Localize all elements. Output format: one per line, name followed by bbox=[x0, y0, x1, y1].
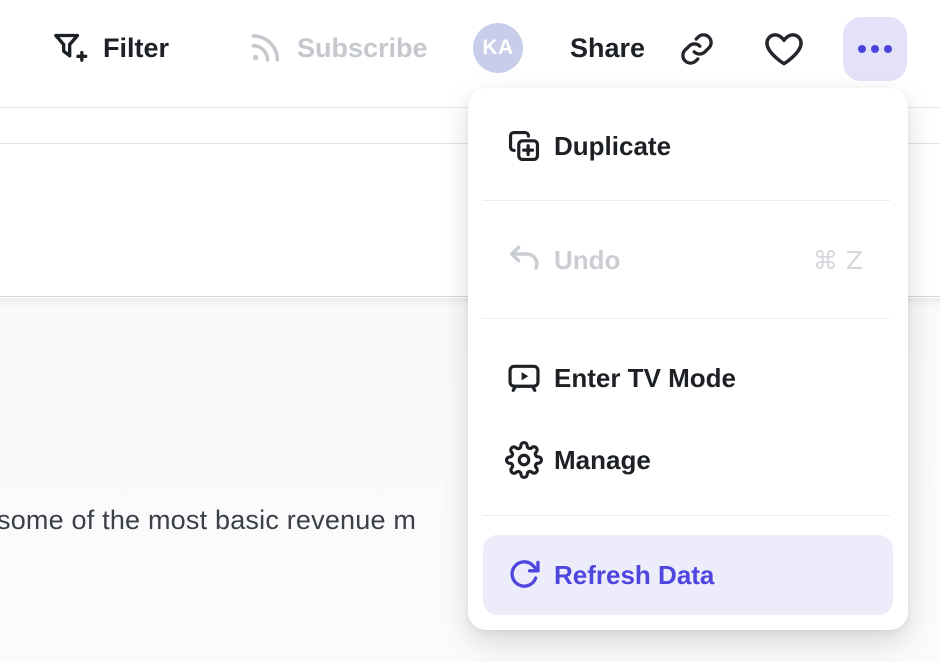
app-window: some of the most basic revenue m Filter … bbox=[0, 0, 940, 662]
refresh-icon bbox=[505, 556, 543, 594]
menu-item-duplicate[interactable]: Duplicate bbox=[468, 116, 908, 176]
link-icon bbox=[678, 30, 716, 68]
user-avatar[interactable]: KA bbox=[473, 23, 523, 73]
paragraph-text: some of the most basic revenue m bbox=[0, 503, 416, 537]
filter-button[interactable]: Filter bbox=[50, 16, 169, 80]
ellipsis-icon bbox=[858, 45, 866, 53]
menu-item-label: Refresh Data bbox=[554, 560, 714, 591]
filter-plus-icon bbox=[50, 28, 90, 68]
undo-icon bbox=[505, 241, 543, 279]
shortcut-label: ⌘ Z bbox=[813, 246, 863, 275]
menu-divider bbox=[482, 200, 890, 201]
favorite-button[interactable] bbox=[763, 27, 805, 71]
share-button[interactable]: Share bbox=[570, 16, 645, 80]
menu-divider bbox=[482, 318, 890, 319]
avatar-initials: KA bbox=[482, 36, 513, 60]
subscribe-label: Subscribe bbox=[297, 33, 428, 64]
menu-item-undo: Undo ⌘ Z bbox=[468, 230, 908, 290]
menu-divider bbox=[482, 515, 890, 516]
menu-item-manage[interactable]: Manage bbox=[468, 430, 908, 490]
more-options-button[interactable] bbox=[843, 17, 907, 81]
dropdown-menu: Duplicate Undo ⌘ Z Enter TV M bbox=[468, 88, 908, 630]
duplicate-icon bbox=[505, 127, 543, 165]
menu-item-enter-tv-mode[interactable]: Enter TV Mode bbox=[468, 348, 908, 408]
menu-item-label: Undo bbox=[554, 245, 620, 276]
rss-icon bbox=[246, 29, 284, 67]
menu-item-label: Duplicate bbox=[554, 131, 671, 162]
menu-item-label: Enter TV Mode bbox=[554, 363, 736, 394]
gear-icon bbox=[505, 441, 543, 479]
tv-icon bbox=[505, 359, 543, 397]
copy-link-button[interactable] bbox=[678, 28, 716, 70]
menu-item-label: Manage bbox=[554, 445, 651, 476]
menu-item-refresh-data[interactable]: Refresh Data bbox=[483, 535, 893, 615]
heart-icon bbox=[763, 28, 805, 70]
share-label: Share bbox=[570, 33, 645, 64]
filter-label: Filter bbox=[103, 33, 169, 64]
subscribe-button[interactable]: Subscribe bbox=[246, 16, 428, 80]
